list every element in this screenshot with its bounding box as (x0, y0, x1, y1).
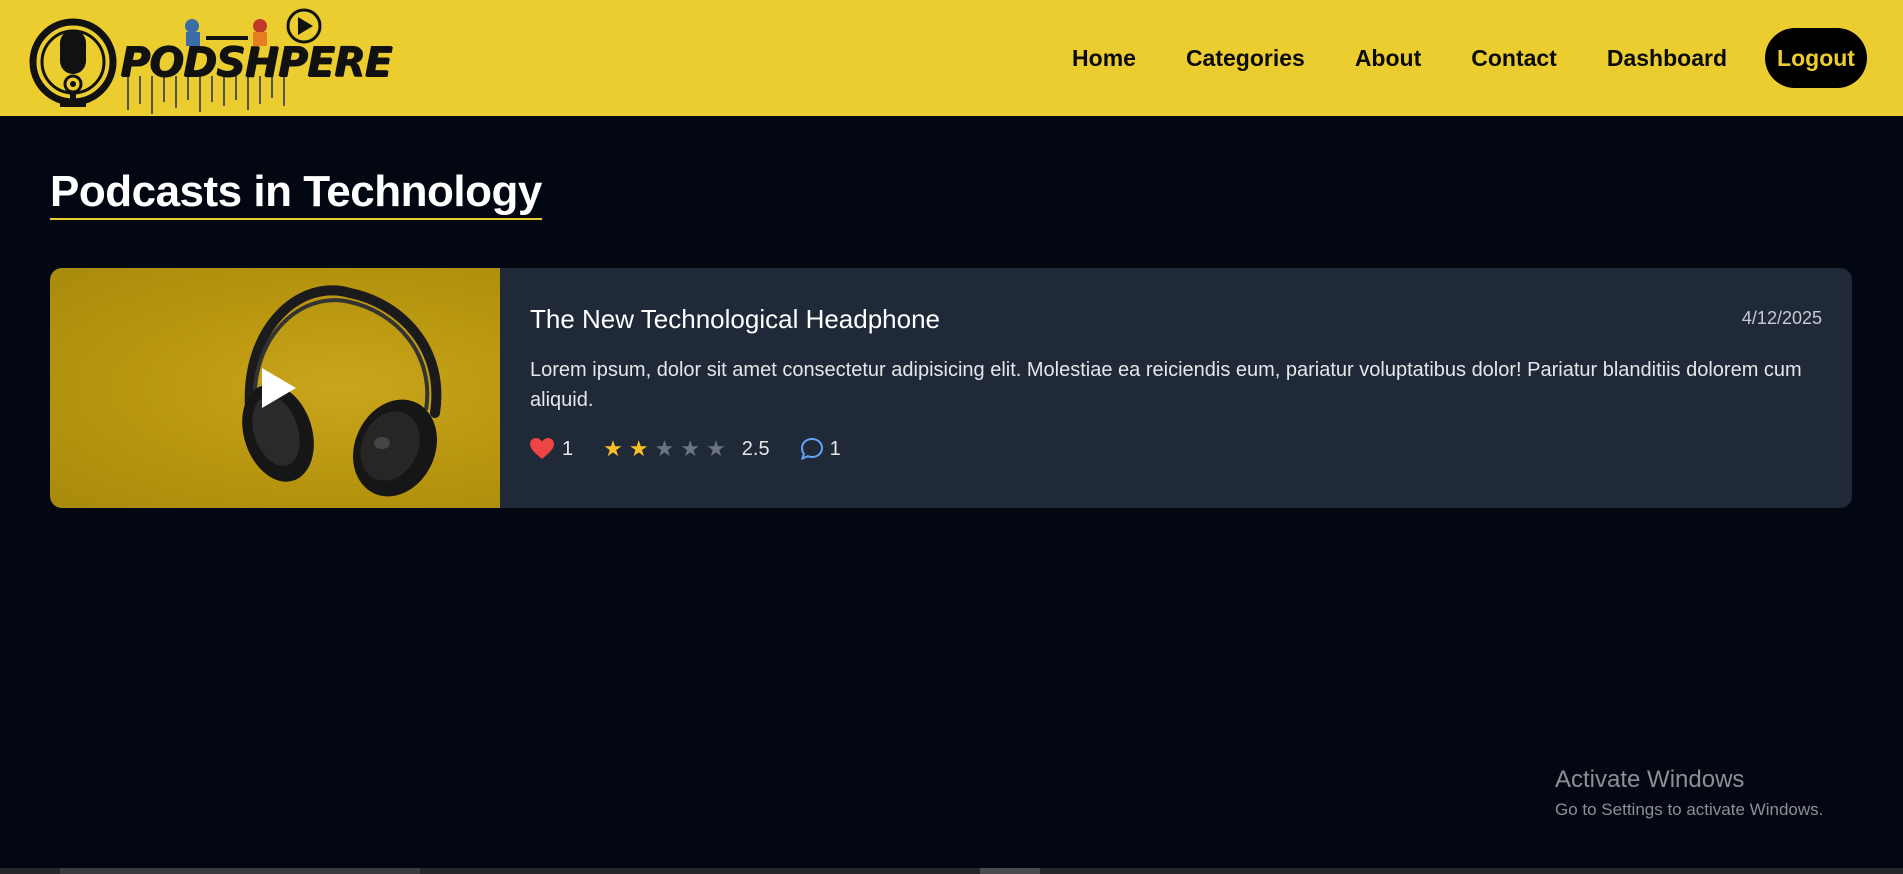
page-title: Podcasts in Technology (50, 168, 542, 220)
comment-icon[interactable] (800, 437, 824, 461)
star-icon: ★ (603, 436, 623, 461)
logout-button[interactable]: Logout (1765, 28, 1867, 88)
comment-count: 1 (829, 437, 841, 460)
heart-icon[interactable] (530, 438, 554, 460)
star-icon: ★ (706, 436, 726, 461)
podcast-description: Lorem ipsum, dolor sit amet consectetur … (530, 359, 1802, 411)
taskbar-segment (980, 868, 1040, 874)
main-nav: Home Categories About Contact Dashboard … (1072, 28, 1867, 88)
site-header: PODSHPERE Home Categories About Contact … (0, 0, 1903, 116)
podcast-title[interactable]: The New Technological Headphone (530, 304, 1822, 335)
podcast-content: The New Technological Headphone 4/12/202… (500, 268, 1852, 508)
nav-contact[interactable]: Contact (1471, 45, 1557, 72)
podcast-meta: 1 ★ ★ ★ ★ ★ 2.5 1 (530, 437, 1822, 461)
rating-value: 2.5 (741, 437, 770, 460)
rating-stars: ★ ★ ★ ★ ★ 2.5 (603, 438, 769, 461)
likes: 1 (530, 438, 573, 461)
logo-text: PODSHPERE (120, 38, 392, 86)
activate-windows-watermark: Activate Windows Go to Settings to activ… (1555, 766, 1823, 820)
nav-categories[interactable]: Categories (1186, 45, 1305, 72)
taskbar-segment (60, 868, 420, 874)
nav-about[interactable]: About (1355, 45, 1421, 72)
play-icon[interactable] (262, 368, 296, 408)
watermark-subtitle: Go to Settings to activate Windows. (1555, 800, 1824, 819)
like-count: 1 (562, 437, 574, 460)
comments[interactable]: 1 (800, 437, 841, 461)
site-logo[interactable]: PODSHPERE (28, 0, 392, 116)
star-icon: ★ (680, 436, 701, 461)
nav-dashboard[interactable]: Dashboard (1607, 45, 1727, 72)
star-icon: ★ (628, 436, 649, 461)
nav-home[interactable]: Home (1072, 45, 1136, 72)
star-icon: ★ (654, 436, 675, 461)
podcast-thumbnail[interactable] (50, 268, 500, 508)
watermark-title: Activate Windows (1555, 766, 1745, 793)
podcast-date: 4/12/2025 (1741, 308, 1822, 328)
podcast-card[interactable]: The New Technological Headphone 4/12/202… (50, 268, 1852, 508)
taskbar-strip (0, 868, 1903, 874)
